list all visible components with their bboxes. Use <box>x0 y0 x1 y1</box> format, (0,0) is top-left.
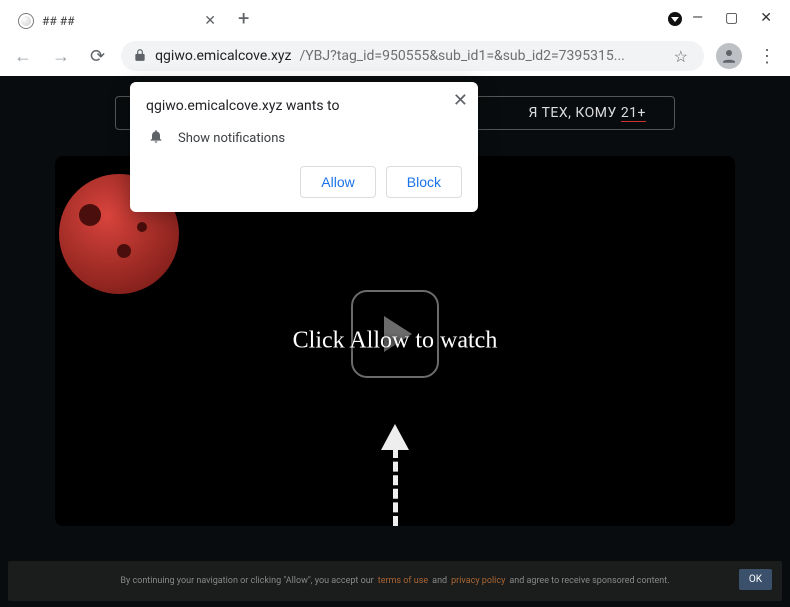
cookie-link-privacy[interactable]: privacy policy <box>451 576 505 586</box>
arrow-up-icon <box>394 424 396 526</box>
cookie-text-prefix: By continuing your navigation or clickin… <box>120 576 373 586</box>
block-button[interactable]: Block <box>386 166 462 198</box>
lock-icon <box>133 48 147 65</box>
banner-text: Я ТЕХ, КОМУ <box>528 105 620 121</box>
tab-strip: ## ## ✕ + <box>0 0 668 36</box>
cookie-text-suffix: and agree to receive sponsored content. <box>509 576 669 586</box>
allow-button[interactable]: Allow <box>300 166 375 198</box>
reload-button[interactable]: ⟳ <box>86 44 109 69</box>
kebab-menu-icon[interactable]: ⋮ <box>754 46 780 67</box>
banner-age: 21+ <box>621 105 646 122</box>
permission-actions: Allow Block <box>146 166 462 198</box>
window-titlebar: ## ## ✕ + — ▢ ✕ <box>0 0 790 36</box>
address-bar[interactable]: qgiwo.emicalcove.xyz/YBJ?tag_id=950555&s… <box>121 41 704 71</box>
browser-toolbar: ← → ⟳ qgiwo.emicalcove.xyz/YBJ?tag_id=95… <box>0 36 790 76</box>
url-path: /YBJ?tag_id=950555&sub_id1=&sub_id2=7395… <box>300 48 625 64</box>
forward-button[interactable]: → <box>48 44 74 69</box>
tab-title: ## ## <box>42 14 194 28</box>
bell-icon <box>148 128 164 148</box>
window-controls: — ▢ ✕ <box>692 0 790 26</box>
notification-permission-dialog: ✕ qgiwo.emicalcove.xyz wants to Show not… <box>130 82 478 212</box>
close-icon[interactable]: ✕ <box>453 90 468 111</box>
close-window-button[interactable]: ✕ <box>760 10 772 26</box>
incognito-icon <box>668 12 682 26</box>
new-tab-button[interactable]: + <box>228 2 259 34</box>
permission-row: Show notifications <box>146 128 462 148</box>
cta-text: Click Allow to watch <box>293 328 498 355</box>
back-button[interactable]: ← <box>10 44 36 69</box>
permission-origin-text: qgiwo.emicalcove.xyz wants to <box>146 98 462 114</box>
maximize-button[interactable]: ▢ <box>725 10 738 26</box>
bookmark-star-icon[interactable]: ☆ <box>670 47 692 66</box>
globe-icon <box>18 13 34 29</box>
minimize-button[interactable]: — <box>692 10 703 26</box>
cookie-and: and <box>432 576 447 586</box>
cookie-ok-button[interactable]: OK <box>739 569 772 590</box>
permission-label: Show notifications <box>178 131 285 146</box>
url-host: qgiwo.emicalcove.xyz <box>155 48 291 64</box>
cookie-bar: By continuing your navigation or clickin… <box>8 561 782 601</box>
cookie-link-terms[interactable]: terms of use <box>378 576 428 586</box>
browser-tab[interactable]: ## ## ✕ <box>8 4 228 38</box>
profile-avatar[interactable] <box>716 43 742 69</box>
close-icon[interactable]: ✕ <box>202 11 218 31</box>
